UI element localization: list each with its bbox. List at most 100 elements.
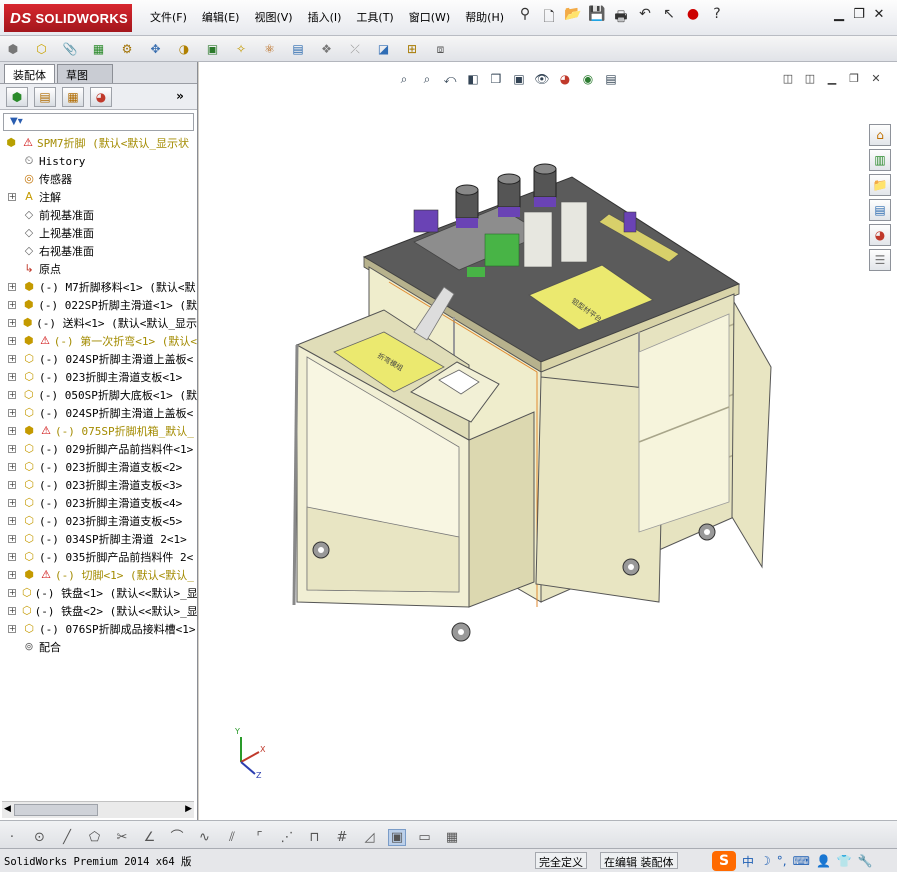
expand-icon[interactable]: + [8, 193, 16, 201]
view-palette-icon[interactable]: ▤ [869, 199, 891, 221]
more-tabs-icon[interactable]: » [169, 87, 191, 107]
property-manager-tab-icon[interactable]: ▤ [34, 86, 56, 107]
line-icon[interactable]: ╱ [58, 830, 76, 845]
expand-icon[interactable]: + [8, 445, 16, 453]
expand-icon[interactable]: + [8, 589, 16, 597]
tree-filter-field[interactable]: ▼▾ [3, 113, 194, 131]
expand-icon[interactable]: + [8, 625, 16, 633]
tree-item[interactable]: ◇ 右视基准面 [0, 242, 197, 260]
home-icon[interactable]: ⌂ [869, 124, 891, 146]
clearance-verification-icon[interactable]: ⊞ [403, 40, 421, 58]
tree-item[interactable]: + A 注解 [0, 188, 197, 206]
expand-icon[interactable]: + [8, 391, 16, 399]
corner-rect-icon[interactable]: ⌜ [251, 830, 269, 845]
expand-icon[interactable]: + [8, 337, 16, 345]
tree-item[interactable]: + ⬢ (-) M7折脚移料<1> (默认<默 [0, 278, 197, 296]
menu-view[interactable]: 视图(V) [254, 9, 292, 25]
solidworks-logo[interactable]: DS SOLIDWORKS [4, 4, 132, 32]
new-part-icon[interactable]: ⬡ [33, 40, 51, 58]
smart-fasteners-icon[interactable]: ⚙ [118, 40, 136, 58]
tree-item[interactable]: + ⬡ (-) 铁盘<1> (默认<<默认>_显 [0, 584, 197, 602]
tree-item[interactable]: + ⬡ (-) 023折脚主滑道支板<3> [0, 476, 197, 494]
tree-item[interactable]: + ⬡ (-) 024SP折脚主滑道上盖板< [0, 404, 197, 422]
expand-icon[interactable]: + [8, 409, 16, 417]
expand-icon[interactable]: + [8, 499, 16, 507]
scroll-thumb[interactable] [14, 804, 98, 816]
explode-line-sketch-icon[interactable]: ⤫ [346, 40, 364, 58]
arc-icon[interactable]: ⌒ [168, 826, 186, 845]
graphics-area[interactable]: ⌕ ⌕ ⤺ ◧ ❒ ▣ 👁 ◕ ◉ ▤ ◫ ◫ ▁ ❐ ✕ 铝型材平台 折弯模组… [199, 62, 897, 820]
scroll-left-icon[interactable]: ◀ [4, 804, 11, 814]
tree-item[interactable]: + ⬡ (-) 034SP折脚主滑道 2<1> [0, 530, 197, 548]
tree-item[interactable]: + ⬢ ⚠ (-) 第一次折弯<1> (默认< [0, 332, 197, 350]
moon-icon[interactable]: ☽ [760, 854, 771, 868]
expand-icon[interactable]: + [8, 535, 16, 543]
punctuation-icon[interactable]: °, [777, 854, 787, 868]
new-motion-study-icon[interactable]: ⚛ [261, 40, 279, 58]
instant3d-icon[interactable]: ⧈ [432, 40, 450, 58]
tree-item[interactable]: + ⬢ (-) 送料<1> (默认<默认_显示 [0, 314, 197, 332]
menu-help[interactable]: 帮助(H) [465, 9, 504, 25]
keyboard-icon[interactable]: ⌨ [793, 854, 810, 868]
interference-detection-icon[interactable]: ◪ [375, 40, 393, 58]
tree-item[interactable]: + ⬡ (-) 076SP折脚成品接料槽<1> [0, 620, 197, 638]
tree-item[interactable]: + ⬢ ⚠ (-) 075SP折脚机箱_默认_ [0, 422, 197, 440]
help-icon[interactable]: ? [708, 6, 726, 26]
centerline-icon[interactable]: ⫽ [223, 830, 241, 845]
file-explorer-icon[interactable]: 📁 [869, 174, 891, 196]
tree-item[interactable]: ⏲ History [0, 152, 197, 170]
configuration-manager-tab-icon[interactable]: ▦ [62, 86, 84, 107]
tree-root[interactable]: ⬢ ⚠ SPM7折脚 (默认<默认_显示状 [0, 134, 197, 152]
reference-geometry-icon[interactable]: ✧ [232, 40, 250, 58]
tree-item[interactable]: + ⬡ (-) 050SP折脚大底板<1> (默 [0, 386, 197, 404]
perspective-icon[interactable]: ◿ [361, 830, 379, 845]
sogou-logo[interactable]: S [712, 851, 736, 871]
menu-window[interactable]: 窗口(W) [409, 9, 450, 25]
offset-icon[interactable]: ⋰ [278, 830, 296, 845]
tree-item[interactable]: + ⬡ (-) 023折脚主滑道支板<4> [0, 494, 197, 512]
feature-tree-tab-icon[interactable]: ⬢ [6, 86, 28, 107]
window-view-icon[interactable]: ▭ [416, 830, 434, 845]
wrench-icon[interactable]: 🔧 [858, 854, 873, 868]
tree-item[interactable]: ⊚ 配合 [0, 638, 197, 656]
show-hidden-icon[interactable]: ◑ [175, 40, 193, 58]
pin-icon[interactable]: ⚲ [516, 6, 534, 26]
insert-components-icon[interactable]: ⬢ [4, 40, 22, 58]
select-pointer-icon[interactable]: ↖ [660, 6, 678, 26]
user-icon[interactable]: 👤 [816, 854, 831, 868]
assembly-model-view[interactable]: 铝型材平台 折弯模组 Y X Z [199, 62, 897, 820]
scroll-right-icon[interactable]: ▶ [185, 804, 192, 814]
angle-icon[interactable]: ∠ [141, 830, 159, 845]
expand-icon[interactable]: + [8, 427, 16, 435]
expand-icon[interactable]: + [8, 607, 16, 615]
circle-icon[interactable]: ⊙ [31, 830, 49, 845]
rebuild-traffic-light-icon[interactable]: ● [684, 6, 702, 26]
menu-edit[interactable]: 编辑(E) [202, 9, 240, 25]
expand-icon[interactable]: + [8, 481, 16, 489]
minimize-icon[interactable]: ▁ [829, 7, 849, 25]
tree-item[interactable]: ◇ 上视基准面 [0, 224, 197, 242]
move-component-icon[interactable]: ✥ [147, 40, 165, 58]
panel-horizontal-scrollbar[interactable]: ◀ ▶ [2, 801, 194, 818]
tree-item[interactable]: + ⬡ (-) 024SP折脚主滑道上盖板< [0, 350, 197, 368]
expand-icon[interactable]: + [8, 301, 16, 309]
expand-icon[interactable]: + [8, 319, 16, 327]
tab-sketch[interactable]: 草图 [57, 64, 113, 83]
save-icon[interactable]: 💾 [588, 6, 606, 26]
expand-icon[interactable]: + [8, 463, 16, 471]
filter-funnel-icon[interactable]: ▼▾ [10, 116, 23, 127]
skin-icon[interactable]: 👕 [837, 854, 852, 868]
print-icon[interactable]: 🖶 [612, 6, 630, 26]
tab-assembly[interactable]: 装配体 [4, 64, 55, 83]
dimension-icon[interactable]: ⊓ [306, 830, 324, 845]
ime-toolbar[interactable]: S 中 ☽ °, ⌨ 👤 👕 🔧 [712, 851, 873, 871]
mate-icon[interactable]: 📎 [61, 40, 79, 58]
tree-item[interactable]: + ⬢ (-) 022SP折脚主滑道<1> (默 [0, 296, 197, 314]
ime-language[interactable]: 中 [742, 853, 754, 870]
tree-item[interactable]: + ⬡ (-) 023折脚主滑道支板<1> [0, 368, 197, 386]
grid-icon[interactable]: # [333, 830, 351, 845]
tree-item[interactable]: ◇ 前视基准面 [0, 206, 197, 224]
new-document-icon[interactable]: 🗋 [540, 6, 558, 26]
menu-file[interactable]: 文件(F) [150, 9, 187, 25]
appearances-icon[interactable]: ◕ [869, 224, 891, 246]
